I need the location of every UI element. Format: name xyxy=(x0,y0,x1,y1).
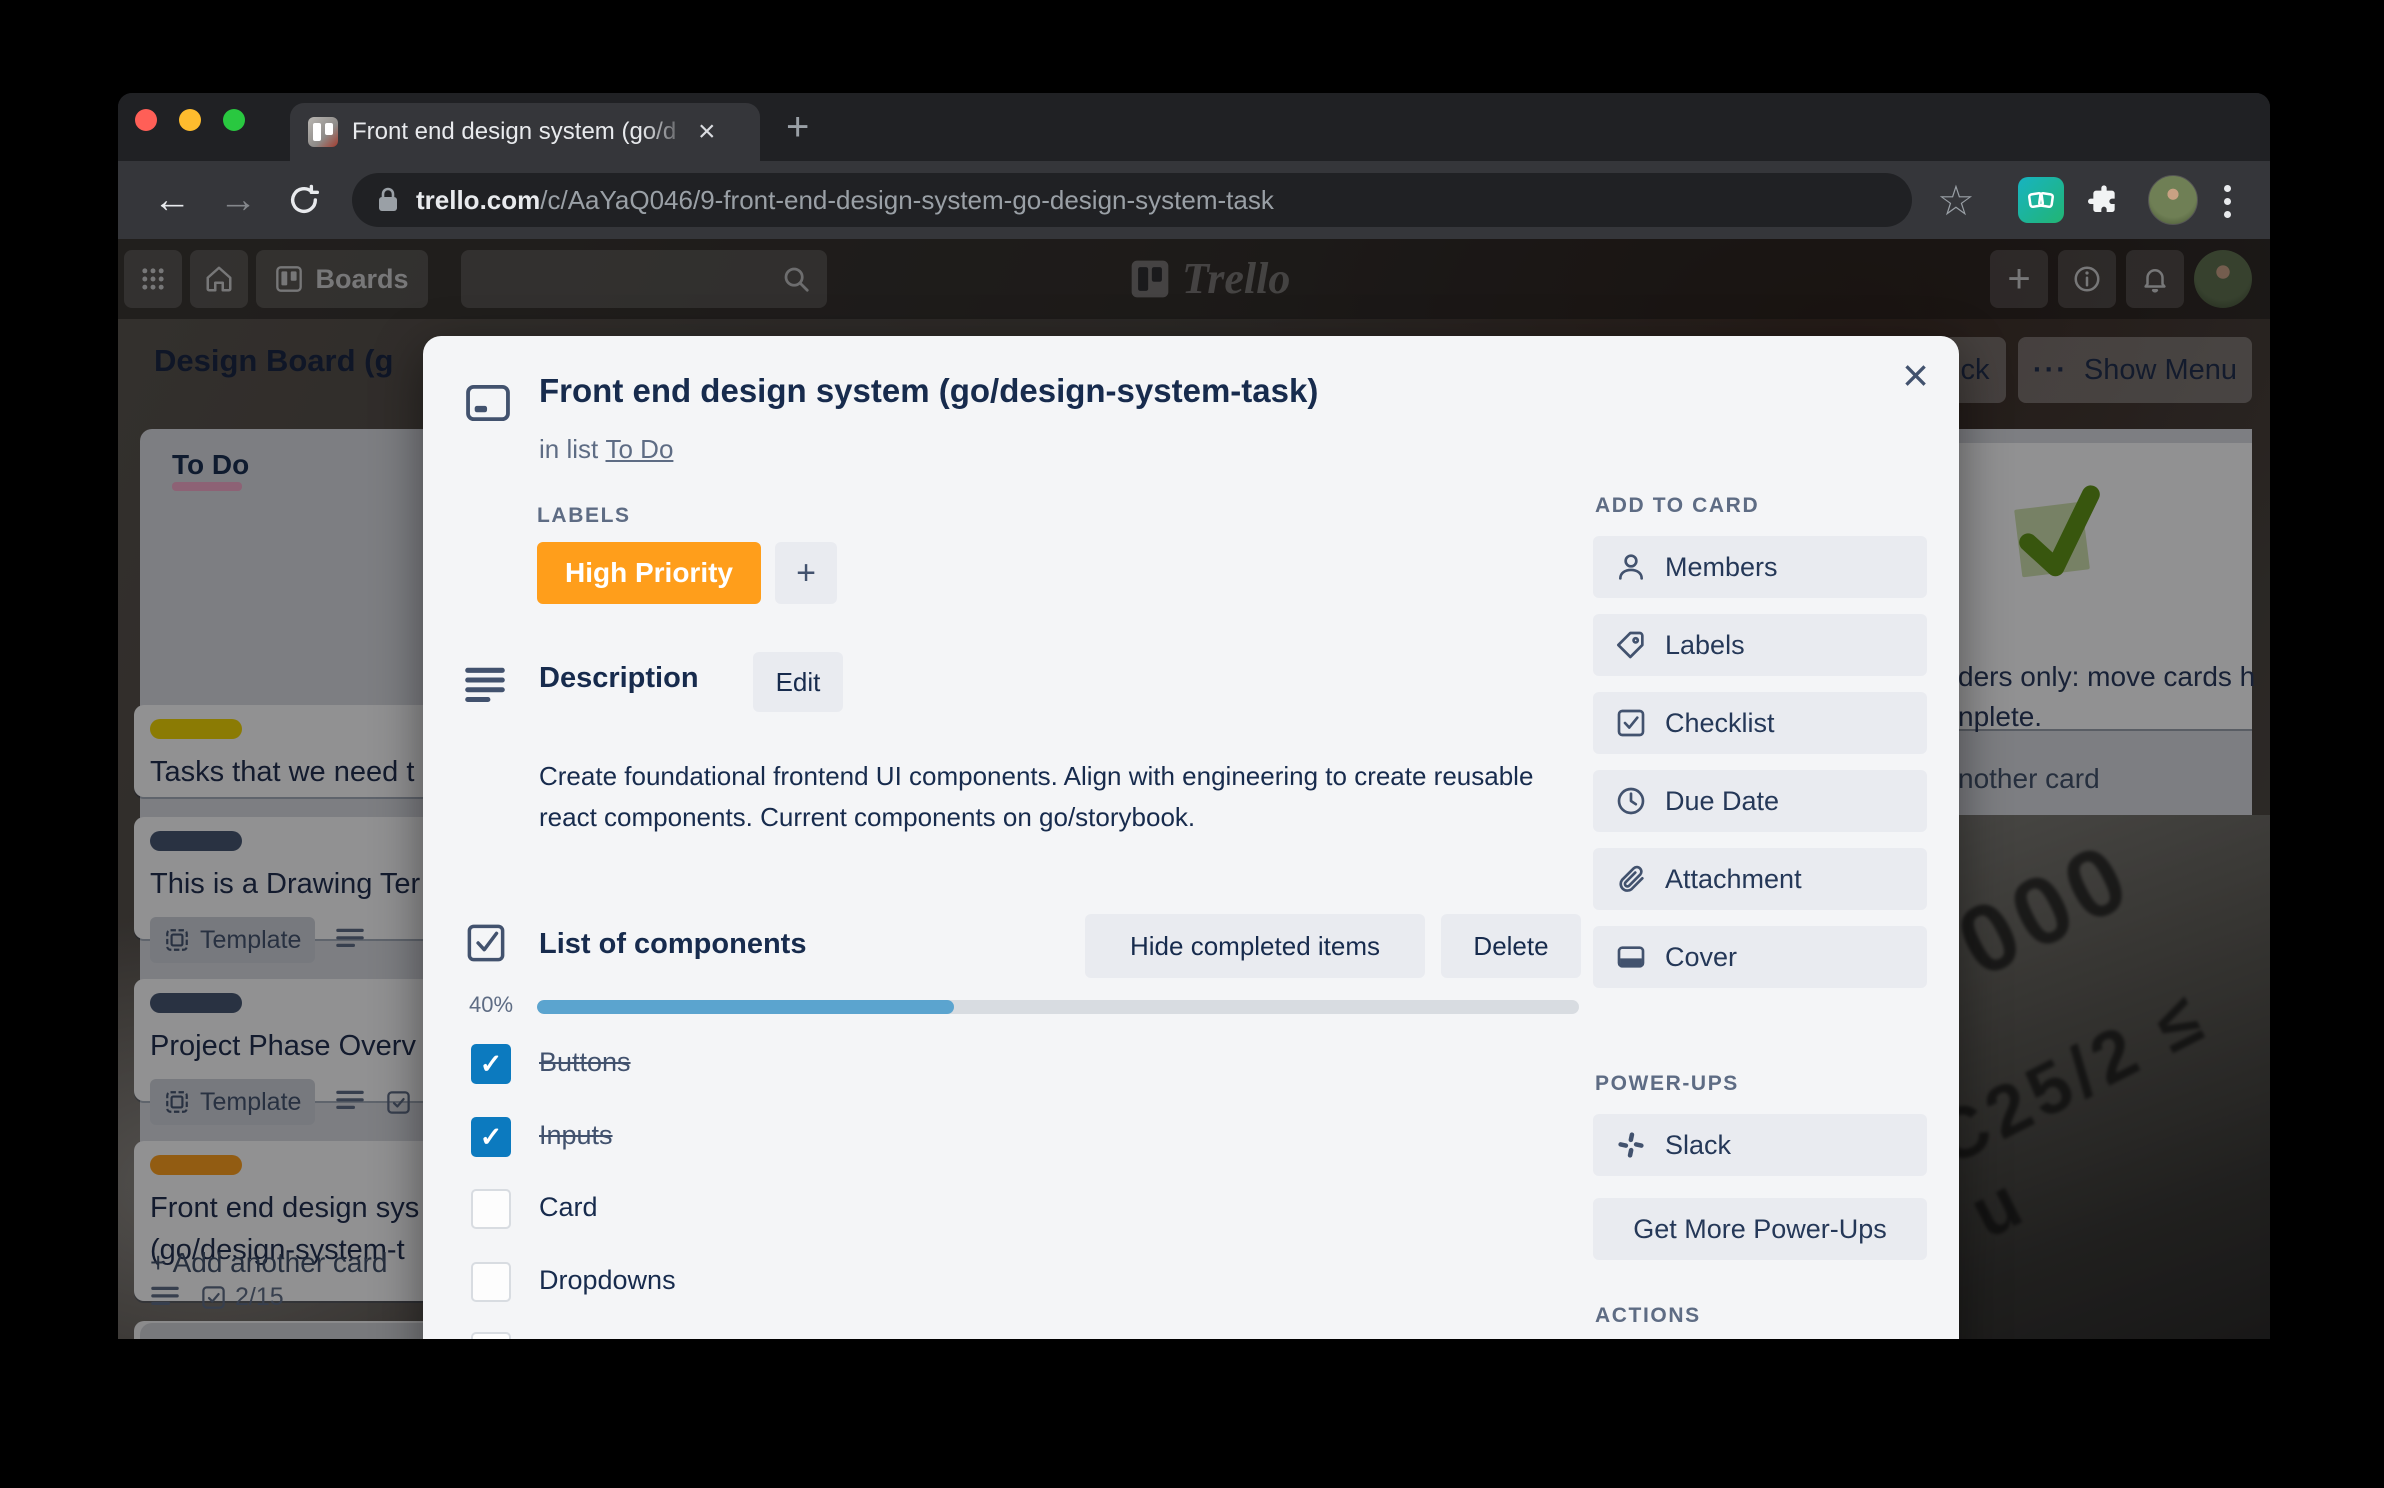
checklist-icon xyxy=(1615,707,1647,739)
extensions-puzzle-icon[interactable] xyxy=(2074,161,2134,239)
browser-menu-icon[interactable] xyxy=(2224,179,2232,224)
checklist-icon xyxy=(465,922,507,964)
clock-icon xyxy=(1615,785,1647,817)
add-to-card-header: ADD TO CARD xyxy=(1595,494,1759,518)
modal-close-icon[interactable]: × xyxy=(1902,352,1929,398)
add-label-button[interactable]: + xyxy=(775,542,837,604)
checkbox-unchecked[interactable] xyxy=(471,1262,511,1302)
labels-button[interactable]: Labels xyxy=(1593,614,1927,676)
cover-icon xyxy=(1615,941,1647,973)
close-window-button[interactable] xyxy=(135,109,157,131)
checklist-item: ✓ Buttons xyxy=(471,1044,1571,1092)
description-icon xyxy=(463,666,507,702)
browser-tab[interactable]: Front end design system (go/d × xyxy=(290,103,760,161)
checklist-progress-percent: 40% xyxy=(469,992,513,1018)
members-button[interactable]: Members xyxy=(1593,536,1927,598)
minimize-window-button[interactable] xyxy=(179,109,201,131)
bookmark-star-icon[interactable]: ☆ xyxy=(1926,161,1986,239)
lock-icon xyxy=(376,186,400,214)
checkbox-unchecked[interactable] xyxy=(471,1189,511,1229)
back-button[interactable]: ← xyxy=(142,161,202,239)
attachment-button[interactable]: Attachment xyxy=(1593,848,1927,910)
in-list-link[interactable]: To Do xyxy=(605,434,673,464)
due-date-button[interactable]: Due Date xyxy=(1593,770,1927,832)
reload-icon[interactable] xyxy=(274,161,334,239)
url-path: /c/AaYaQ046/9-front-end-design-system-go… xyxy=(540,185,1274,215)
label-chip-high-priority[interactable]: High Priority xyxy=(537,542,761,604)
card-modal: × Front end design system (go/design-sys… xyxy=(423,336,1959,1339)
browser-toolbar: ← → trello.com/c/AaYaQ046/9-front-end-de… xyxy=(118,161,2270,239)
checklist-button[interactable]: Checklist xyxy=(1593,692,1927,754)
description-body[interactable]: Create foundational frontend UI componen… xyxy=(539,756,1579,838)
edit-description-button[interactable]: Edit xyxy=(753,652,843,712)
member-icon xyxy=(1615,551,1647,583)
extension-teal-icon[interactable] xyxy=(2018,177,2064,223)
checkbox-unchecked[interactable] xyxy=(471,1332,511,1339)
tag-icon xyxy=(1615,629,1647,661)
slack-powerup-button[interactable]: Slack xyxy=(1593,1114,1927,1176)
get-more-powerups-button[interactable]: Get More Power-Ups xyxy=(1593,1198,1927,1260)
tab-strip: Front end design system (go/d × + xyxy=(118,93,2270,161)
checklist-item: ✓ Inputs xyxy=(471,1117,1571,1165)
url-bar[interactable]: trello.com/c/AaYaQ046/9-front-end-design… xyxy=(352,173,1912,227)
browser-profile-avatar[interactable] xyxy=(2148,175,2198,225)
checklist-item: Modal xyxy=(471,1332,1571,1339)
card-list-location: in list To Do xyxy=(539,434,673,465)
new-tab-button[interactable]: + xyxy=(786,107,809,147)
checklist-item: Card xyxy=(471,1189,1571,1237)
cover-button[interactable]: Cover xyxy=(1593,926,1927,988)
forward-button[interactable]: → xyxy=(208,161,268,239)
zoom-window-button[interactable] xyxy=(223,109,245,131)
checklist-progress-bar xyxy=(537,1000,1579,1014)
delete-checklist-button[interactable]: Delete xyxy=(1441,914,1581,978)
tab-close-icon[interactable]: × xyxy=(698,117,716,147)
slack-icon xyxy=(1615,1129,1647,1161)
checkbox-checked[interactable]: ✓ xyxy=(471,1044,511,1084)
card-title-icon xyxy=(465,384,511,422)
url-domain: trello.com xyxy=(416,185,540,215)
card-title[interactable]: Front end design system (go/design-syste… xyxy=(539,372,1839,410)
checklist-progress-fill xyxy=(537,1000,954,1014)
tab-favicon-icon xyxy=(308,117,338,147)
description-header: Description xyxy=(539,662,699,695)
checkbox-checked[interactable]: ✓ xyxy=(471,1117,511,1157)
labels-header: LABELS xyxy=(537,504,631,528)
hide-completed-items-button[interactable]: Hide completed items xyxy=(1085,914,1425,978)
url-text: trello.com/c/AaYaQ046/9-front-end-design… xyxy=(416,185,1274,216)
checklist-item: Dropdowns xyxy=(471,1262,1571,1310)
powerups-header: POWER-UPS xyxy=(1595,1072,1739,1096)
checklist-header: List of components xyxy=(539,928,806,961)
tab-title: Front end design system (go/d xyxy=(352,118,692,146)
browser-window: Front end design system (go/d × + ← → xyxy=(118,93,2270,1339)
screenshot-canvas: Front end design system (go/d × + ← → xyxy=(0,0,2384,1488)
actions-header: ACTIONS xyxy=(1595,1304,1701,1328)
page-content: 000 C25/2 ≤ u xyxy=(118,239,2270,1339)
paperclip-icon xyxy=(1615,863,1647,895)
